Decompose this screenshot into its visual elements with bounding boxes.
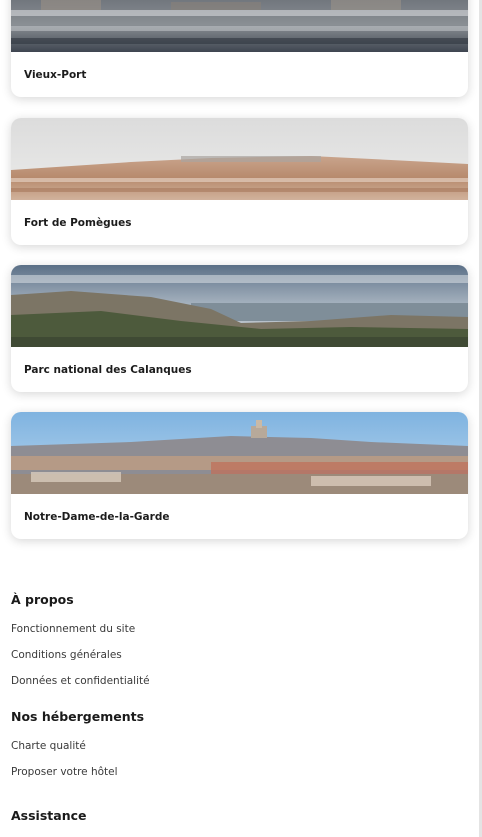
footer-link-terms[interactable]: Conditions générales bbox=[11, 649, 122, 661]
place-photo-notre-dame-de-la-garde bbox=[11, 412, 468, 494]
footer-heading-support: Assistance bbox=[11, 808, 87, 823]
place-card-title: Parc national des Calanques bbox=[24, 363, 192, 376]
place-card-fort-de-pomegues[interactable]: Fort de Pomègues bbox=[11, 118, 468, 245]
place-card-title: Fort de Pomègues bbox=[24, 216, 132, 229]
place-card-title: Notre-Dame-de-la-Garde bbox=[24, 510, 170, 523]
footer-link-propose-hotel[interactable]: Proposer votre hôtel bbox=[11, 766, 118, 778]
site-footer: À propos Fonctionnement du site Conditio… bbox=[11, 580, 471, 837]
footer-heading-accommodations: Nos hébergements bbox=[11, 709, 145, 724]
footer-link-how-it-works[interactable]: Fonctionnement du site bbox=[11, 623, 135, 635]
footer-link-privacy[interactable]: Données et confidentialité bbox=[11, 675, 150, 687]
footer-link-quality-charter[interactable]: Charte qualité bbox=[11, 740, 86, 752]
place-card-notre-dame-de-la-garde[interactable]: Notre-Dame-de-la-Garde bbox=[11, 412, 468, 539]
place-photo-fort-de-pomegues bbox=[11, 118, 468, 200]
place-photo-calanques bbox=[11, 265, 468, 347]
place-card-vieux-port[interactable]: Vieux-Port bbox=[11, 0, 468, 97]
place-photo-vieux-port bbox=[11, 0, 468, 52]
place-card-title: Vieux-Port bbox=[24, 68, 87, 81]
place-card-calanques[interactable]: Parc national des Calanques bbox=[11, 265, 468, 392]
footer-heading-about: À propos bbox=[11, 592, 74, 607]
